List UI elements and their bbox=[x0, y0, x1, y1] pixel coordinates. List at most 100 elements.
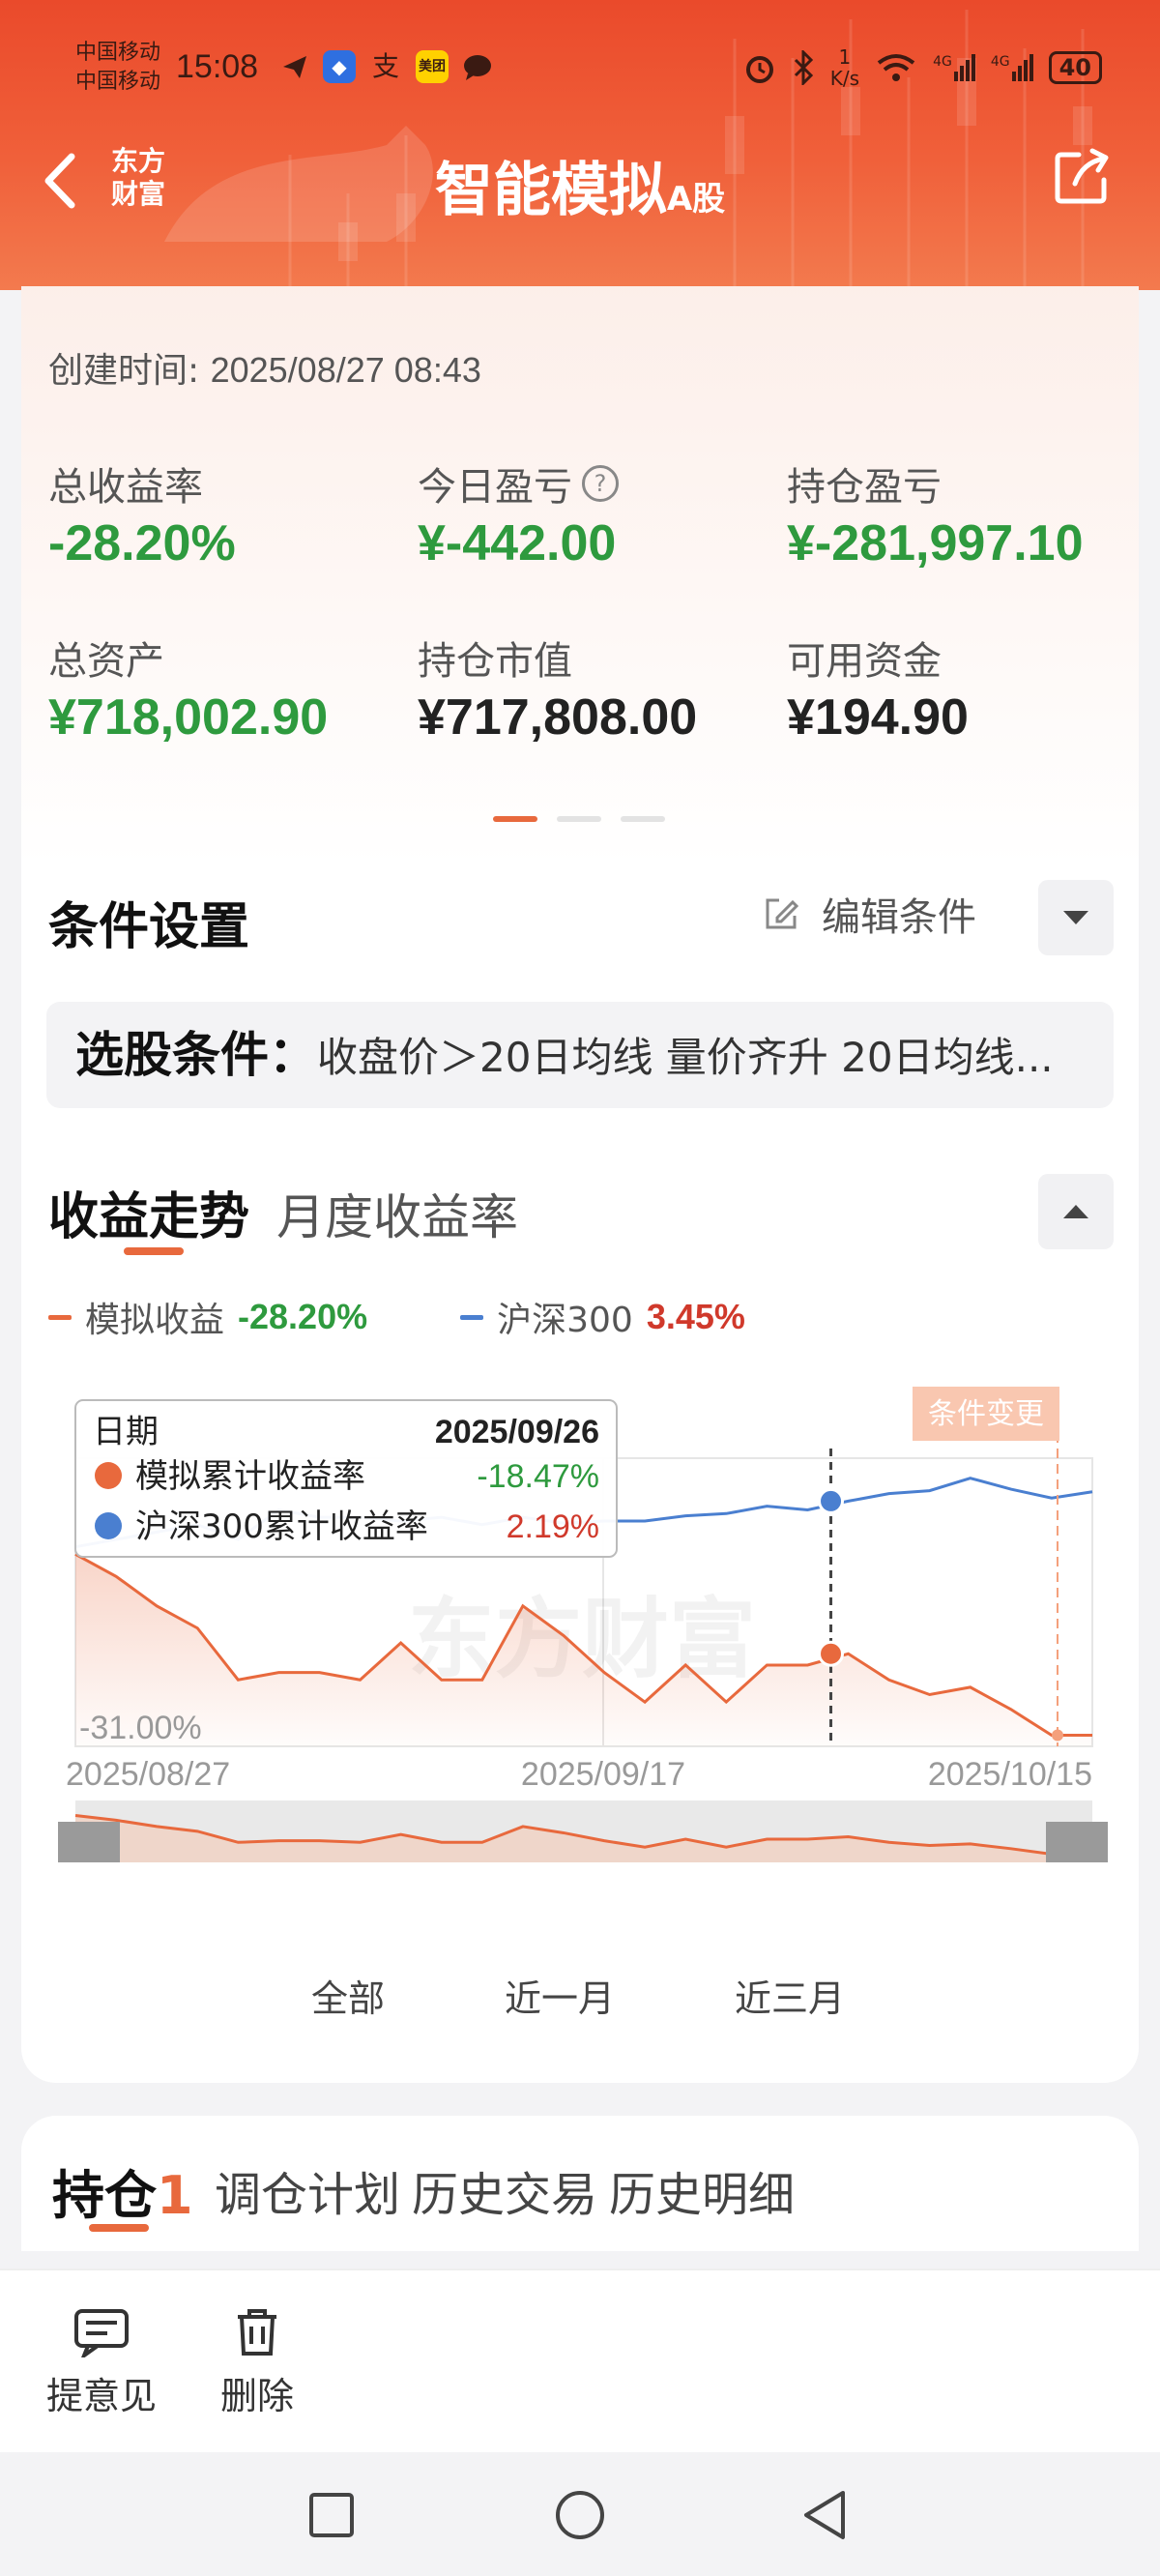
holdings-card: 持仓1 调仓计划 历史交易 历史明细 bbox=[21, 2116, 1139, 2251]
stat-value: ¥194.90 bbox=[787, 689, 969, 746]
carrier-1: 中国移动 bbox=[75, 41, 161, 65]
page-title: 智能模拟A股 bbox=[0, 143, 1160, 227]
alarm-icon bbox=[745, 56, 773, 83]
account-card: 创建时间: 2025/08/27 08:43 总收益率 -28.20% 今日盈亏… bbox=[21, 286, 1139, 2083]
delete-label: 删除 bbox=[220, 2375, 295, 2417]
holdings-count: 1 bbox=[157, 2165, 193, 2226]
tooltip-row-name: 沪深300累计收益率 bbox=[135, 1508, 428, 1546]
tooltip-row-name: 模拟累计收益率 bbox=[135, 1457, 365, 1496]
tab-history-detail[interactable]: 历史明细 bbox=[609, 2156, 795, 2224]
signal-icon-2: 4G bbox=[991, 54, 1033, 81]
x-tick-label: 2025/09/17 bbox=[521, 1756, 685, 1793]
end-point bbox=[1052, 1729, 1063, 1742]
conditions-title: 条件设置 bbox=[48, 898, 250, 956]
tooltip-date-value: 2025/09/26 bbox=[435, 1414, 599, 1450]
tab-rebalance-plan[interactable]: 调仓计划 bbox=[215, 2156, 400, 2224]
back-icon[interactable] bbox=[800, 2489, 849, 2541]
chart-legend: 模拟收益 -28.20% 沪深300 3.45% bbox=[48, 1292, 745, 1342]
alipay-icon: 支 bbox=[371, 50, 399, 82]
period-1m[interactable]: 近一月 bbox=[505, 1969, 615, 2022]
conditions-prefix: 选股条件： bbox=[75, 1027, 317, 1083]
meituan-icon: 美团 bbox=[416, 50, 449, 83]
return-trend-chart[interactable]: 东方财富-31.00%2025/08/27 2025/09/17 2025/10/1… bbox=[21, 1379, 1139, 1862]
stat-value: ¥718,002.90 bbox=[48, 689, 329, 746]
shield-icon: ◆ bbox=[323, 50, 356, 83]
system-navigation bbox=[0, 2452, 1160, 2576]
period-3m[interactable]: 近三月 bbox=[735, 1969, 845, 2022]
tooltip-dot bbox=[95, 1462, 122, 1489]
conditions-text: 收盘价＞20日均线 量价齐升 20日均线... bbox=[317, 1034, 1054, 1081]
home-icon[interactable] bbox=[554, 2489, 606, 2541]
stat-value: ¥-442.00 bbox=[418, 515, 617, 571]
page-indicator bbox=[493, 816, 665, 822]
y-tick-label: -31.00% bbox=[79, 1710, 202, 1746]
page-dot-active[interactable] bbox=[493, 816, 537, 822]
bottom-action-bar: 提意见 删除 bbox=[0, 2269, 1160, 2452]
x-tick-label: 2025/08/27 bbox=[66, 1756, 230, 1793]
page-dot[interactable] bbox=[621, 816, 665, 822]
tab-holdings[interactable]: 持仓1 bbox=[52, 2152, 193, 2229]
edit-conditions-button[interactable]: 编辑条件 bbox=[762, 886, 976, 942]
created-time: 创建时间: 2025/08/27 08:43 bbox=[48, 342, 481, 393]
stat-label: 可用资金 bbox=[787, 639, 942, 684]
carrier-label: 中国移动 中国移动 bbox=[75, 39, 160, 97]
send-icon bbox=[283, 56, 306, 78]
help-icon[interactable]: ? bbox=[582, 465, 619, 502]
delete-button[interactable]: 删除 bbox=[220, 2307, 294, 2419]
collapse-toggle-button[interactable] bbox=[1038, 880, 1114, 955]
bluetooth-icon bbox=[794, 50, 813, 85]
stat-value: -28.20% bbox=[48, 515, 236, 571]
x-tick-label: 2025/10/15 bbox=[928, 1756, 1092, 1793]
tab-trade-history[interactable]: 历史交易 bbox=[412, 2156, 597, 2224]
chat-bubble-icon bbox=[464, 55, 491, 80]
feedback-label: 提意见 bbox=[46, 2375, 158, 2417]
legend-value: -28.20% bbox=[238, 1297, 368, 1336]
tab-return-trend[interactable]: 收益走势 bbox=[48, 1176, 249, 1248]
legend-item-hs300[interactable]: 沪深300 3.45% bbox=[460, 1292, 745, 1342]
stock-conditions[interactable]: 选股条件：收盘价＞20日均线 量价齐升 20日均线... bbox=[46, 1002, 1114, 1108]
trend-tabs: 收益走势 月度收益率 bbox=[48, 1176, 518, 1248]
status-right: 1 K/s 4G 4G 40 bbox=[743, 46, 1102, 89]
edit-conditions-label: 编辑条件 bbox=[822, 895, 976, 940]
feedback-button[interactable]: 提意见 bbox=[46, 2307, 157, 2419]
carrier-2: 中国移动 bbox=[75, 70, 161, 94]
hs300-point[interactable] bbox=[818, 1487, 845, 1514]
page-dot[interactable] bbox=[557, 816, 601, 822]
status-bar: 中国移动 中国移动 15:08 ◆ 支 美团 1 K/s 4G 4G 40 bbox=[0, 0, 1160, 145]
legend-swatch bbox=[48, 1314, 72, 1320]
tab-monthly-return[interactable]: 月度收益率 bbox=[276, 1179, 518, 1248]
stat-label: 总收益率 bbox=[48, 465, 203, 510]
expand-toggle-button[interactable] bbox=[1038, 1174, 1114, 1249]
battery-indicator: 40 bbox=[1048, 51, 1102, 84]
period-all[interactable]: 全部 bbox=[311, 1969, 385, 2022]
legend-swatch bbox=[460, 1314, 484, 1320]
range-handle-right[interactable] bbox=[1046, 1822, 1108, 1862]
stat-value: ¥717,808.00 bbox=[418, 689, 698, 746]
legend-name: 模拟收益 bbox=[85, 1301, 225, 1340]
tab-underline bbox=[124, 1247, 184, 1255]
condition-change-label: 条件变更 bbox=[928, 1397, 1044, 1431]
stat-today-pnl: 今日盈亏? ¥-442.00 bbox=[418, 456, 785, 572]
edit-icon bbox=[766, 898, 799, 929]
sim-point[interactable] bbox=[818, 1640, 845, 1667]
tooltip-dot bbox=[95, 1512, 122, 1539]
recent-apps-icon[interactable] bbox=[307, 2491, 356, 2539]
trash-icon bbox=[238, 2309, 276, 2356]
feedback-icon bbox=[74, 2309, 129, 2361]
legend-name: 沪深300 bbox=[497, 1301, 633, 1340]
legend-value: 3.45% bbox=[646, 1297, 745, 1336]
tooltip-date-label: 日期 bbox=[93, 1413, 159, 1451]
stat-label-row: 今日盈亏? bbox=[418, 456, 785, 511]
stat-label: 持仓盈亏 bbox=[787, 465, 942, 510]
stat-available-cash: 可用资金 ¥194.90 bbox=[787, 630, 1154, 746]
range-handle-left[interactable] bbox=[58, 1822, 120, 1862]
header-banner: 中国移动 中国移动 15:08 ◆ 支 美团 1 K/s 4G 4G 40 东方… bbox=[0, 0, 1160, 290]
stat-label: 总资产 bbox=[48, 639, 164, 684]
tooltip-row-value: -18.47% bbox=[477, 1458, 599, 1495]
share-icon[interactable] bbox=[1050, 145, 1114, 209]
wifi-icon bbox=[877, 54, 915, 81]
stat-value: ¥-281,997.10 bbox=[787, 515, 1084, 571]
legend-item-sim[interactable]: 模拟收益 -28.20% bbox=[48, 1292, 367, 1342]
signal-icon: 4G bbox=[933, 54, 975, 81]
status-time: 15:08 bbox=[176, 48, 259, 85]
